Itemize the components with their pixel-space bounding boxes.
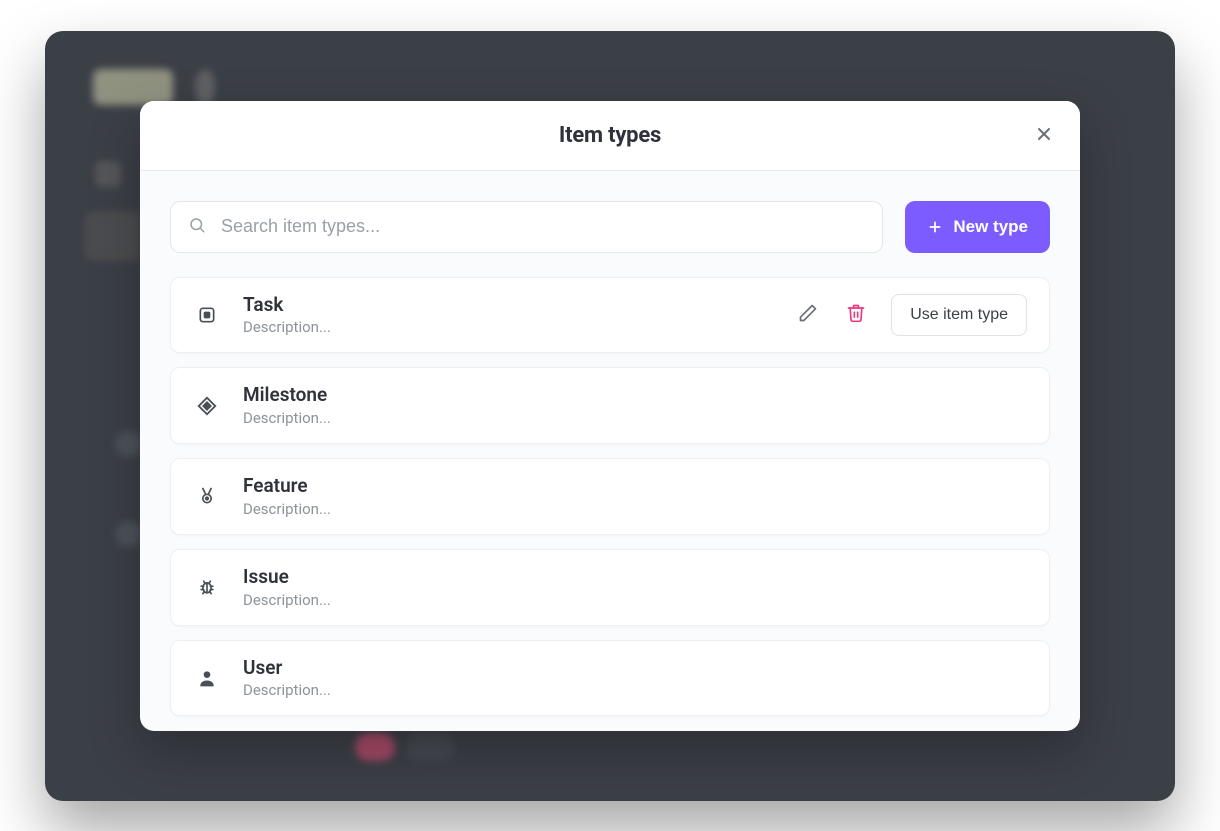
item-type-description: Description... — [243, 500, 1027, 518]
item-type-description: Description... — [243, 409, 1027, 427]
item-types-modal: Item types New type — [140, 101, 1080, 731]
item-type-name: Milestone — [243, 384, 1027, 407]
item-type-description: Description... — [243, 318, 773, 336]
item-type-name: Issue — [243, 566, 1027, 589]
use-item-type-label: Use item type — [910, 306, 1008, 323]
use-item-type-button[interactable]: Use item type — [891, 294, 1027, 336]
item-type-row[interactable]: Issue Description... — [170, 549, 1050, 626]
new-type-label: New type — [953, 217, 1028, 237]
square-icon — [193, 301, 221, 329]
modal-body: New type TaskDescription...Use item type… — [140, 171, 1080, 731]
delete-button[interactable] — [843, 302, 869, 328]
modal-header: Item types — [140, 101, 1080, 171]
plus-icon — [927, 219, 943, 235]
item-type-row[interactable]: UserDescription... — [170, 640, 1050, 717]
item-type-description: Description... — [243, 681, 1027, 699]
item-type-row[interactable]: Milestone Description... — [170, 367, 1050, 444]
pencil-icon — [798, 303, 818, 326]
modal-title: Item types — [559, 123, 661, 148]
user-icon — [193, 664, 221, 692]
row-text: Issue Description... — [243, 566, 1027, 609]
diamond-icon — [193, 392, 221, 420]
row-text: TaskDescription... — [243, 294, 773, 337]
toolbar: New type — [170, 201, 1050, 253]
close-icon — [1034, 124, 1054, 147]
row-text: Milestone Description... — [243, 384, 1027, 427]
medal-icon — [193, 482, 221, 510]
item-type-row[interactable]: Feature Description... — [170, 458, 1050, 535]
item-type-name: Feature — [243, 475, 1027, 498]
new-type-button[interactable]: New type — [905, 201, 1050, 253]
row-actions: Use item type — [795, 294, 1027, 336]
app-backdrop: Item types New type — [45, 31, 1175, 801]
search-field — [170, 201, 883, 253]
close-button[interactable] — [1030, 121, 1058, 149]
row-text: UserDescription... — [243, 657, 1027, 700]
search-input[interactable] — [170, 201, 883, 253]
edit-button[interactable] — [795, 302, 821, 328]
trash-icon — [846, 303, 866, 326]
item-type-row[interactable]: TaskDescription... Use item type — [170, 277, 1050, 354]
bug-icon — [193, 573, 221, 601]
item-type-name: Task — [243, 294, 773, 317]
row-text: Feature Description... — [243, 475, 1027, 518]
item-type-list: TaskDescription...Use item typeMilestone… — [170, 277, 1050, 717]
item-type-description: Description... — [243, 591, 1027, 609]
item-type-name: User — [243, 657, 1027, 680]
